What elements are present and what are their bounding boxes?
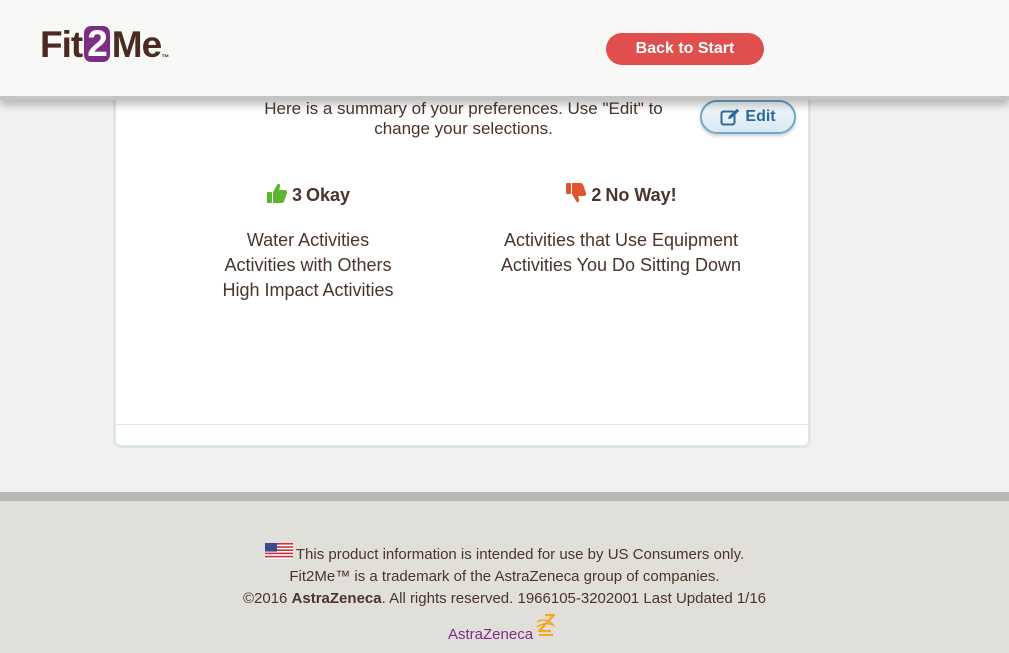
logo-text-2: 2	[84, 25, 110, 62]
no-way-label: No Way!	[605, 184, 677, 205]
copyright-prefix: ©2016	[242, 590, 292, 607]
list-item: High Impact Activities	[222, 280, 394, 300]
thumbs-down-icon	[565, 182, 587, 209]
okay-column: 3 Okay Water Activities Activities with …	[208, 182, 408, 303]
logo-text-fit: Fit	[40, 24, 83, 65]
app-header: Fit 2 Me ™ Back to Start	[0, 0, 1009, 100]
no-way-count: 2	[591, 184, 602, 205]
edit-icon	[720, 108, 740, 126]
summary-intro-text: Here is a summary of your preferences. U…	[264, 99, 663, 138]
okay-count: 3	[291, 184, 302, 205]
edit-button-label: Edit	[745, 108, 776, 125]
trademark-notice: Fit2Me™ is a trademark of the AstraZenec…	[289, 568, 720, 585]
copyright-brand: AstraZeneca	[291, 590, 382, 607]
us-flag-icon	[264, 543, 293, 566]
okay-list: Water Activities Activities with Others …	[208, 228, 408, 303]
copyright-notice: ©2016 AstraZeneca. All rights reserved. …	[0, 588, 1009, 610]
list-item: Activities You Do Sitting Down	[500, 255, 742, 275]
list-item: Water Activities	[246, 230, 370, 250]
fit2me-logo[interactable]: Fit 2 Me ™	[40, 24, 169, 65]
astrazeneca-logo[interactable]: AstraZeneca	[448, 613, 557, 643]
card-footer-strip	[116, 424, 808, 445]
us-consumers-notice: This product information is intended for…	[0, 543, 1009, 566]
okay-heading: 3 Okay	[208, 182, 408, 208]
thumbs-up-icon	[266, 182, 288, 209]
okay-label: Okay	[305, 184, 351, 205]
us-consumers-text: This product information is intended for…	[295, 545, 745, 563]
back-to-start-button[interactable]: Back to Start	[606, 33, 764, 65]
list-item: Activities that Use Equipment	[503, 230, 739, 250]
no-way-column: 2 No Way! Activities that Use Equipment …	[491, 182, 751, 278]
page-footer: This product information is intended for…	[0, 492, 1009, 653]
astrazeneca-logo-text: AstraZeneca	[448, 626, 534, 643]
logo-text-me: Me	[111, 24, 162, 65]
list-item: Activities with Others	[224, 255, 392, 275]
no-way-list: Activities that Use Equipment Activities…	[491, 228, 751, 278]
logo-trademark-mark: ™	[161, 53, 169, 62]
astrazeneca-symbol-icon	[533, 613, 557, 643]
no-way-heading: 2 No Way!	[491, 182, 751, 208]
edit-button[interactable]: Edit	[700, 100, 796, 134]
preferences-summary-card: Here is a summary of your preferences. U…	[113, 70, 811, 448]
copyright-suffix: . All rights reserved. 1966105-3202001 L…	[381, 590, 767, 607]
